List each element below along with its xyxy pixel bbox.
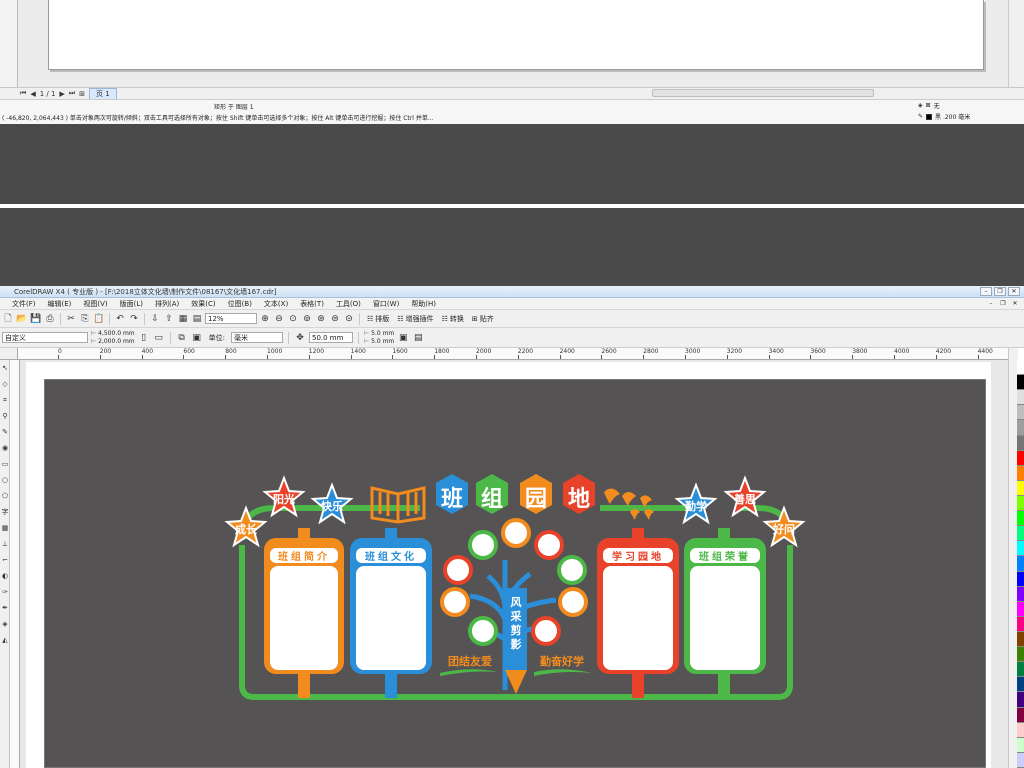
- star-label-diligent: 勤学: [685, 500, 707, 513]
- culture-wall-artwork[interactable]: [0, 0, 1024, 768]
- palette-swatch[interactable]: [1017, 662, 1024, 678]
- palette-swatch[interactable]: [1017, 631, 1024, 648]
- palette-swatch[interactable]: [1017, 692, 1024, 708]
- palette-swatch[interactable]: [1017, 511, 1024, 527]
- slogan-study: 勤奋好学: [540, 655, 584, 668]
- palette-swatch[interactable]: [1017, 420, 1024, 436]
- book-icon: [370, 486, 426, 524]
- birds-icon: [604, 488, 654, 520]
- panel-title-learning: 学习园地: [603, 548, 673, 563]
- title-char-1: 班: [440, 487, 463, 512]
- star-label-think: 善思: [734, 493, 756, 506]
- palette-swatch[interactable]: [1017, 405, 1024, 421]
- panel-title-culture: 班组文化: [356, 548, 426, 563]
- title-char-2: 组: [480, 487, 503, 512]
- palette-swatch[interactable]: [1017, 571, 1024, 587]
- color-palette[interactable]: [1017, 360, 1024, 768]
- palette-swatch[interactable]: [1017, 526, 1024, 542]
- palette-swatch[interactable]: [1017, 360, 1024, 376]
- star-label-growth: 成长: [235, 523, 257, 536]
- palette-swatch[interactable]: [1017, 737, 1024, 753]
- tree-label: 风采剪影: [510, 596, 522, 651]
- panel-title-intro: 班组简介: [270, 548, 338, 563]
- palette-swatch[interactable]: [1017, 586, 1024, 602]
- palette-swatch[interactable]: [1017, 450, 1024, 466]
- star-label-sunshine: 阳光: [273, 493, 295, 506]
- palette-swatch[interactable]: [1017, 707, 1024, 723]
- palette-swatch[interactable]: [1017, 465, 1024, 481]
- star-label-ask: 好问: [773, 523, 795, 536]
- palette-swatch[interactable]: [1017, 601, 1024, 617]
- palette-swatch[interactable]: [1017, 752, 1024, 768]
- palette-swatch[interactable]: [1017, 435, 1024, 451]
- palette-swatch[interactable]: [1017, 677, 1024, 693]
- palette-swatch[interactable]: [1017, 556, 1024, 572]
- slogan-unity: 团结友爱: [448, 655, 492, 668]
- palette-swatch[interactable]: [1017, 495, 1024, 512]
- palette-swatch[interactable]: [1017, 375, 1024, 391]
- palette-swatch[interactable]: [1017, 541, 1024, 557]
- star-label-happy: 快乐: [321, 500, 343, 513]
- palette-swatch[interactable]: [1017, 616, 1024, 632]
- title-char-3: 园: [524, 487, 547, 512]
- title-char-4: 地: [567, 487, 590, 512]
- palette-swatch[interactable]: [1017, 480, 1024, 496]
- palette-swatch[interactable]: [1017, 390, 1024, 406]
- panel-title-honor: 班组荣誉: [690, 548, 760, 563]
- palette-swatch[interactable]: [1017, 722, 1024, 738]
- palette-swatch[interactable]: [1017, 647, 1024, 663]
